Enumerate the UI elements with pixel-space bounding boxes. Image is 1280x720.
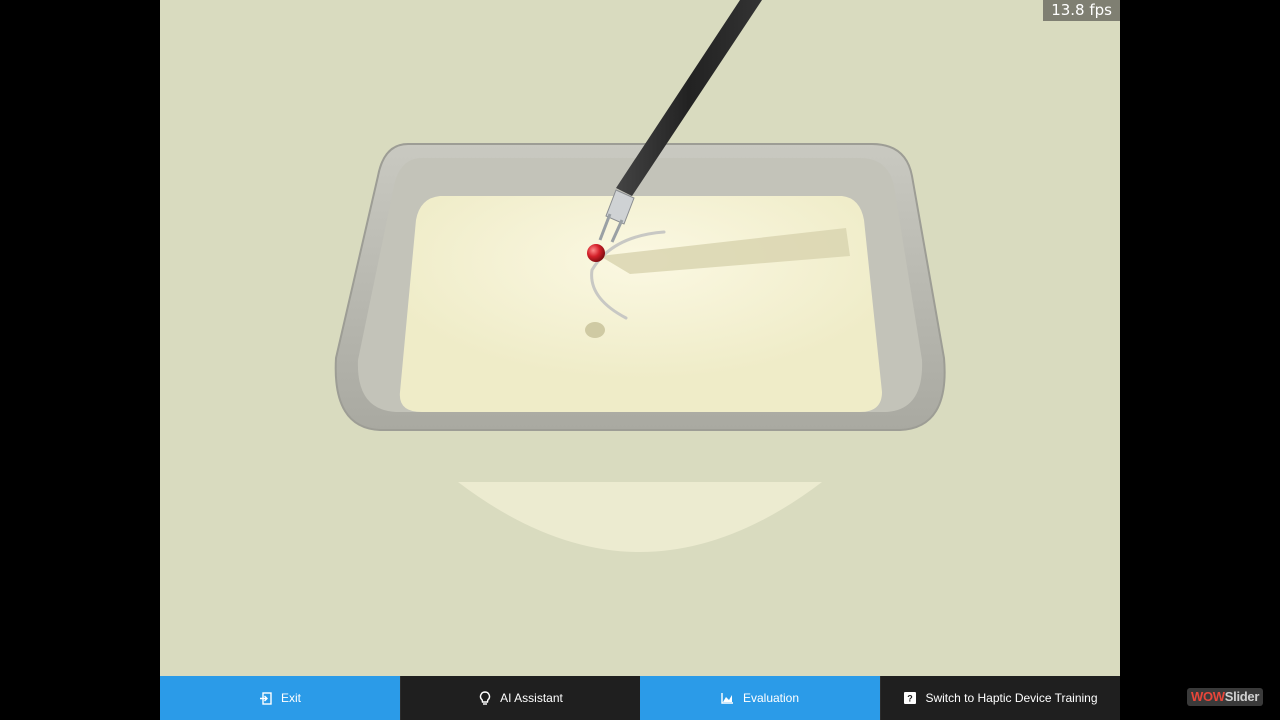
instrument-tip-marker bbox=[587, 244, 605, 262]
fps-counter: 13.8 fps bbox=[1043, 0, 1120, 21]
wowslider-watermark: WOWSlider bbox=[1187, 688, 1264, 706]
surgical-scene bbox=[334, 0, 946, 552]
simulation-viewport[interactable]: 13.8 fps bbox=[160, 0, 1120, 676]
question-icon: ? bbox=[903, 691, 917, 705]
lightbulb-icon bbox=[478, 691, 492, 705]
target-spot bbox=[585, 322, 605, 338]
evaluation-label: Evaluation bbox=[742, 691, 800, 705]
floor-light bbox=[458, 482, 822, 552]
tissue-pad bbox=[399, 196, 882, 412]
switch-haptic-training-label: Switch to Haptic Device Training bbox=[925, 691, 1098, 705]
evaluation-button[interactable]: Evaluation bbox=[640, 676, 880, 720]
watermark-part2: Slider bbox=[1224, 689, 1260, 704]
exit-label: Exit bbox=[280, 691, 301, 705]
exit-button[interactable]: Exit bbox=[160, 676, 400, 720]
ai-assistant-button[interactable]: AI Assistant bbox=[400, 676, 640, 720]
bottom-toolbar: Exit AI Assistant Evaluation ? Switch to… bbox=[160, 676, 1120, 720]
exit-icon bbox=[259, 691, 273, 705]
ai-assistant-label: AI Assistant bbox=[500, 691, 563, 705]
switch-haptic-training-button[interactable]: ? Switch to Haptic Device Training bbox=[880, 676, 1120, 720]
svg-text:?: ? bbox=[908, 694, 914, 704]
watermark-part1: WOW bbox=[1191, 689, 1225, 704]
chart-icon bbox=[721, 691, 735, 705]
